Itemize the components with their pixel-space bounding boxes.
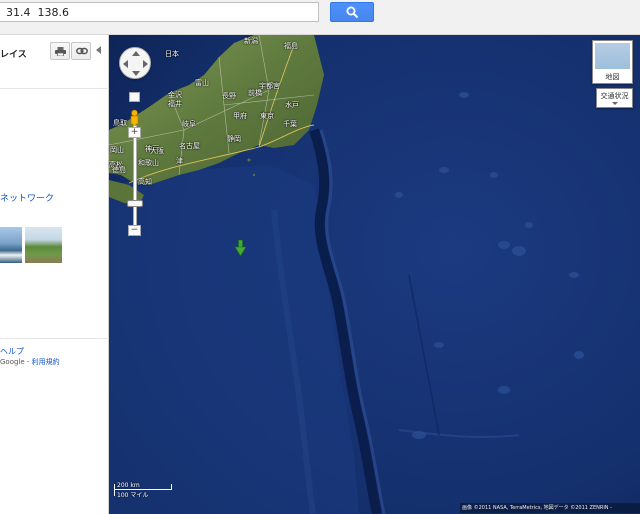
panel-toolbar: レイス: [0, 35, 109, 89]
satellite-map[interactable]: [109, 35, 640, 514]
link-button[interactable]: [71, 42, 91, 60]
map-label: 鳥取: [113, 119, 127, 127]
zoom-reset-button[interactable]: [129, 92, 140, 102]
link-icon: [76, 47, 88, 55]
zoom-out-button[interactable]: −: [128, 225, 141, 236]
pan-down-icon[interactable]: [132, 71, 140, 76]
scale-mile-label: 100 マイル: [117, 492, 149, 499]
search-button[interactable]: [330, 2, 374, 22]
terms-link[interactable]: 利用規約: [32, 358, 60, 366]
search-icon: [346, 6, 359, 19]
print-button[interactable]: [50, 42, 70, 60]
photo-thumbnail[interactable]: [25, 227, 62, 263]
map-label: 富山: [195, 79, 209, 87]
scale-tick: [171, 484, 172, 490]
google-label: Google -: [0, 358, 30, 366]
map-attribution: 画像 ©2011 NASA, TerraMetrics, 地図データ ©2011…: [460, 503, 640, 513]
pan-right-icon[interactable]: [143, 60, 148, 68]
pan-control[interactable]: [119, 47, 151, 79]
zoom-slider-track[interactable]: [133, 125, 137, 228]
map-label: 宇都宮: [259, 82, 280, 90]
pan-left-icon[interactable]: [123, 60, 128, 68]
places-link[interactable]: レイス: [0, 47, 27, 60]
zoom-slider-handle[interactable]: [127, 200, 143, 207]
traffic-label: 交通状況: [600, 92, 629, 100]
map-label: 福島: [284, 42, 298, 50]
map-label: 岡山: [110, 146, 124, 154]
panel-divider: [0, 338, 109, 339]
map-label: 福井: [168, 100, 182, 108]
scale-km-label: 200 km: [117, 482, 140, 489]
app: レイス ネットワーク ヘルプ Google - 利用規約: [0, 0, 640, 514]
top-search-bar: [0, 0, 640, 35]
footer-line: Google - 利用規約: [0, 357, 60, 367]
map-label: 和歌山: [138, 159, 159, 167]
scale-tick: [114, 484, 115, 496]
map-label: 東京: [260, 112, 274, 120]
map-label: 名古屋: [179, 142, 200, 150]
left-panel: レイス ネットワーク ヘルプ Google - 利用規約: [0, 35, 109, 514]
traffic-button[interactable]: 交通状況: [596, 88, 633, 108]
map-label: 津: [176, 157, 183, 165]
print-icon: [55, 47, 66, 56]
pan-up-icon[interactable]: [132, 51, 140, 56]
map-type-thumbnail: [595, 43, 630, 69]
map-scale: 200 km 100 マイル: [114, 482, 174, 499]
search-input[interactable]: [0, 2, 319, 22]
map-type-label: 地図: [605, 73, 620, 81]
map-label: 千葉: [283, 120, 297, 128]
network-link[interactable]: ネットワーク: [0, 191, 54, 204]
map-label: 岐阜: [182, 120, 196, 128]
map-label: 高知: [138, 178, 152, 186]
collapse-panel-arrow-icon[interactable]: [96, 46, 101, 54]
map-label: 日本: [165, 50, 179, 58]
zoom-in-button[interactable]: +: [128, 127, 141, 138]
help-link[interactable]: ヘルプ: [0, 346, 24, 357]
map-type-button[interactable]: 地図: [592, 40, 633, 84]
map-label: 水戸: [285, 101, 299, 109]
map-label: 徳島: [112, 166, 126, 174]
chevron-down-icon: [612, 102, 618, 105]
photo-thumbnail[interactable]: [0, 227, 22, 263]
map-label: 新潟: [244, 37, 258, 45]
map-imagery: [109, 35, 640, 514]
marker-icon[interactable]: [235, 240, 246, 257]
map-label: 長野: [222, 92, 236, 100]
map-label: 大阪: [150, 147, 164, 155]
map-label: 甲府: [233, 112, 247, 120]
map-label: 静岡: [227, 135, 241, 143]
